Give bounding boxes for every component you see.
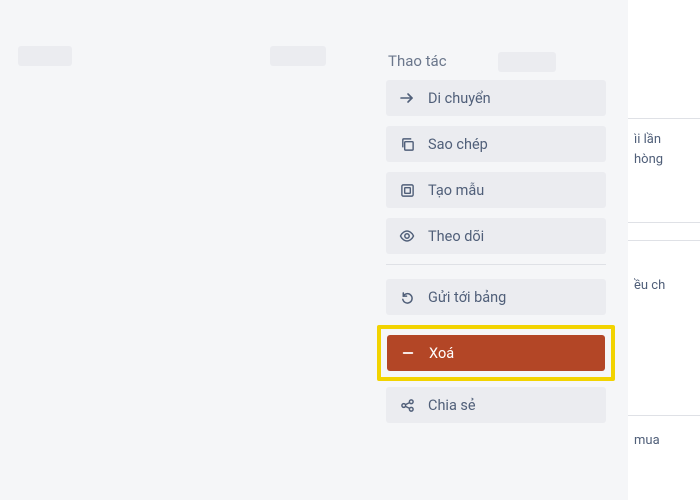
- background-text: ều ch: [634, 278, 665, 293]
- delete-button[interactable]: Xoá: [387, 335, 605, 371]
- placeholder: [18, 46, 72, 66]
- background-text: mua: [634, 433, 660, 448]
- background-text: ìi lần: [634, 132, 661, 147]
- highlight-box: Xoá: [377, 325, 615, 381]
- action-label: Tạo mẫu: [428, 182, 484, 199]
- action-label: Sao chép: [428, 136, 488, 153]
- send-to-board-button[interactable]: Gửi tới bảng: [386, 279, 606, 315]
- action-label: Theo dõi: [428, 228, 484, 245]
- action-label: Chia sẻ: [428, 397, 476, 414]
- placeholder: [270, 46, 326, 66]
- copy-button[interactable]: Sao chép: [386, 126, 606, 162]
- divider: [386, 264, 606, 265]
- move-button[interactable]: Di chuyển: [386, 80, 606, 116]
- placeholder: [498, 52, 556, 72]
- template-icon: [398, 181, 416, 199]
- eye-icon: [398, 227, 416, 245]
- actions-list: Di chuyển Sao chép Tạo mẫu: [386, 80, 606, 433]
- watch-button[interactable]: Theo dõi: [386, 218, 606, 254]
- share-button[interactable]: Chia sẻ: [386, 387, 606, 423]
- share-icon: [398, 396, 416, 414]
- arrow-right-icon: [398, 89, 416, 107]
- minus-icon: [399, 344, 417, 362]
- copy-icon: [398, 135, 416, 153]
- action-label: Xoá: [429, 345, 454, 362]
- background-panel: ìi lần hòng ều ch mua: [628, 0, 700, 500]
- undo-icon: [398, 288, 416, 306]
- card-panel: Thao tác Di chuyển Sao chép: [0, 0, 628, 500]
- background-text: hòng: [634, 152, 663, 167]
- action-label: Gửi tới bảng: [428, 289, 506, 306]
- make-template-button[interactable]: Tạo mẫu: [386, 172, 606, 208]
- action-label: Di chuyển: [428, 90, 491, 107]
- actions-section-title: Thao tác: [388, 52, 447, 70]
